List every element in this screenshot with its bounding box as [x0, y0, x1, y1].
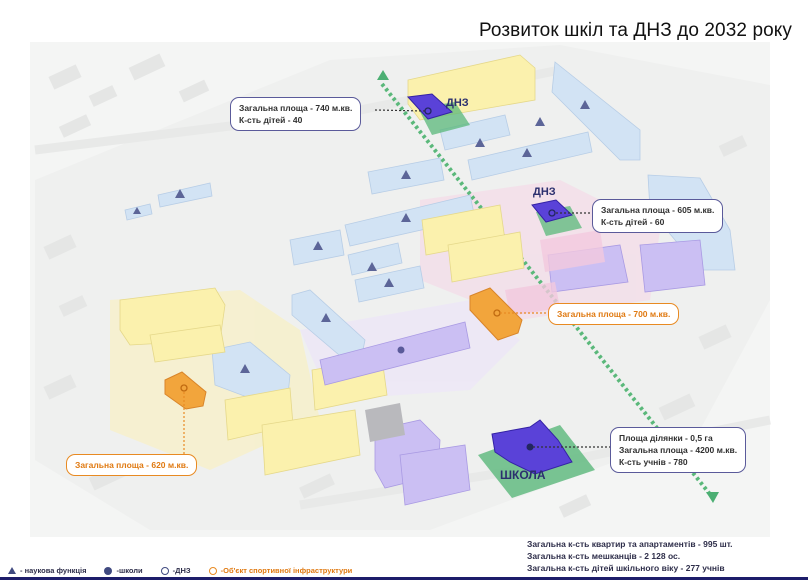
- filled-circle-icon: [104, 566, 113, 575]
- dnz2-children: К-сть дітей - 60: [601, 217, 665, 227]
- sport1-area: Загальна площа - 700 м.кв.: [557, 309, 671, 319]
- dnz1-area: Загальна площа - 740 м.кв.: [239, 103, 353, 113]
- dnz1-label: ДНЗ: [446, 97, 469, 109]
- legend-label-sport: -Об'єкт спортивної інфраструктури: [220, 566, 353, 575]
- isometric-site-map: [30, 42, 771, 537]
- dnz1-callout: Загальна площа - 740 м.кв. К-сть дітей -…: [230, 97, 362, 131]
- grey-building: [365, 403, 405, 442]
- dnz2-label: ДНЗ: [533, 186, 556, 198]
- school-callout: Площа ділянки - 0,5 га Загальна площа - …: [610, 427, 747, 473]
- legend-label-schools: -школи: [116, 566, 143, 575]
- school-marker-icon: [526, 443, 534, 451]
- sport2-area: Загальна площа - 620 м.кв.: [75, 460, 189, 470]
- school-plot-area: Площа ділянки - 0,5 га: [619, 433, 713, 443]
- legend-item-sport: -Об'єкт спортивної інфраструктури: [208, 566, 353, 575]
- school-students: К-сть учнів - 780: [619, 457, 688, 467]
- school-label: ШКОЛА: [500, 468, 546, 482]
- school-total-area: Загальна площа - 4200 м.кв.: [619, 445, 738, 455]
- sport1-callout: Загальна площа - 700 м.кв.: [548, 303, 680, 325]
- legend-label-dnz: -ДНЗ: [172, 566, 191, 575]
- legend-label-science: - наукова функція: [20, 566, 87, 575]
- dnz2-area: Загальна площа - 605 м.кв.: [601, 205, 715, 215]
- ring-icon: [160, 566, 169, 575]
- sport2-callout: Загальна площа - 620 м.кв.: [66, 454, 198, 476]
- dnz1-children: К-сть дітей - 40: [239, 115, 303, 125]
- dnz2-callout: Загальна площа - 605 м.кв. К-сть дітей -…: [592, 199, 724, 233]
- legend-item-science: - наукова функція: [8, 566, 86, 575]
- triangle-icon: [8, 567, 16, 574]
- legend-item-schools: -школи: [104, 566, 143, 575]
- legend-item-dnz: -ДНЗ: [160, 566, 191, 575]
- orange-ring-icon: [208, 566, 217, 575]
- stat-apartments: Загальна к-сть квартир та апартаментів -…: [527, 539, 733, 549]
- school-marker-2-icon: [397, 346, 405, 354]
